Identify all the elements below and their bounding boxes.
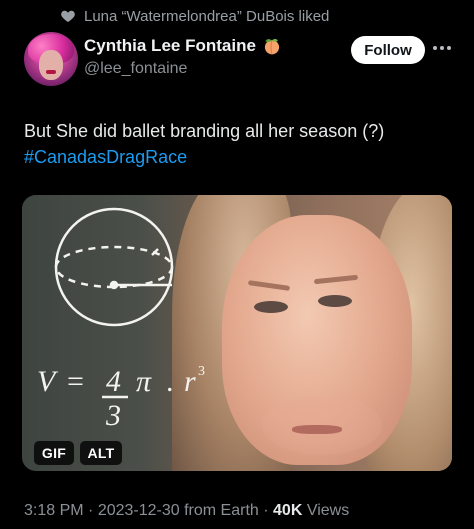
- formula-v: V: [37, 365, 59, 398]
- formula-pi: π: [136, 365, 152, 398]
- peach-icon: [264, 38, 280, 55]
- meta-separator: ·: [258, 502, 274, 519]
- formula-denominator: 3: [105, 399, 121, 432]
- tweet-time[interactable]: 3:18 PM: [24, 502, 84, 519]
- views-label: Views: [302, 502, 350, 519]
- display-name-text[interactable]: Cynthia Lee Fontaine: [84, 36, 256, 56]
- hashtag-link[interactable]: #CanadasDragRace: [24, 144, 454, 170]
- author-display-name[interactable]: Cynthia Lee Fontaine: [84, 36, 282, 56]
- formula-exponent: 3: [198, 364, 205, 379]
- social-context[interactable]: Luna “Watermelondrea” DuBois liked: [60, 5, 329, 27]
- social-context-text: Luna “Watermelondrea” DuBois liked: [84, 7, 330, 25]
- tweet-header: Cynthia Lee Fontaine @lee_fontaine Follo…: [24, 32, 454, 90]
- more-dot: [447, 46, 451, 50]
- heart-icon: [61, 10, 75, 22]
- sphere-icon: [54, 207, 174, 327]
- formula-r: r: [184, 365, 196, 398]
- math-formula-overlay: V = 4 3 π . r 3: [37, 207, 205, 432]
- more-dot: [433, 46, 437, 50]
- formula-dot: .: [166, 365, 174, 398]
- tweet-meta: 3:18 PM · 2023-12-30 from Earth · 40K Vi…: [24, 502, 349, 520]
- alt-text-button[interactable]: ALT: [80, 441, 122, 465]
- avatar-lips: [46, 70, 56, 74]
- avatar-face: [39, 50, 63, 80]
- tweet-text: But She did ballet branding all her seas…: [24, 118, 454, 170]
- meta-separator: ·: [83, 502, 98, 519]
- gif-badge: GIF: [34, 441, 74, 465]
- author-handle[interactable]: @lee_fontaine: [84, 60, 282, 78]
- author-names: Cynthia Lee Fontaine @lee_fontaine: [84, 36, 282, 78]
- more-icon[interactable]: [433, 46, 451, 52]
- media-gif[interactable]: V = 4 3 π . r 3 GIF ALT: [22, 195, 452, 471]
- more-dot: [440, 46, 444, 50]
- avatar[interactable]: [24, 32, 78, 86]
- tweet-text-line: But She did ballet branding all her seas…: [24, 121, 385, 141]
- tweet-source: from Earth: [179, 502, 259, 519]
- tweet-date[interactable]: 2023-12-30: [98, 502, 180, 519]
- formula-equals: =: [67, 365, 84, 398]
- formula-numerator: 4: [106, 365, 121, 398]
- follow-button[interactable]: Follow: [351, 36, 425, 64]
- views-count[interactable]: 40K: [273, 502, 302, 519]
